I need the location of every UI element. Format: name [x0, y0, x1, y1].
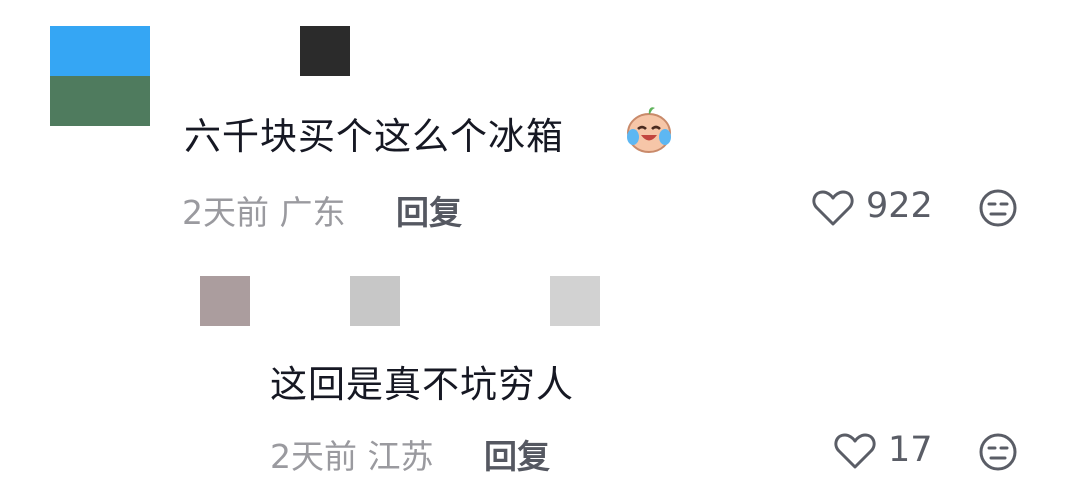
comment-location: 广东 [279, 193, 346, 232]
heart-outline-icon[interactable] [834, 432, 876, 470]
avatar-sky-block [50, 26, 150, 76]
like-count: 922 [866, 186, 933, 226]
comment-time: 2天前 [182, 193, 269, 232]
dislike-face-icon[interactable] [978, 188, 1018, 228]
heart-outline-icon[interactable] [812, 189, 854, 227]
comment-text: 六千块买个这么个冰箱 [184, 115, 564, 158]
reply-comment-text: 这回是真不坑穷人 [270, 363, 574, 406]
avatar-ground-block [50, 76, 150, 126]
dislike-face-icon[interactable] [978, 432, 1018, 472]
reply-username-redaction-block [350, 276, 400, 326]
like-count: 17 [888, 430, 933, 470]
commenter-avatar[interactable] [50, 26, 150, 126]
comment-time: 2天前 [270, 437, 357, 476]
reply-target-redaction-block [550, 276, 600, 326]
reply-button[interactable]: 回复 [396, 186, 462, 234]
comment-meta: 2天前 广东 [182, 186, 346, 234]
reply-button[interactable]: 回复 [484, 430, 550, 478]
reply-comment-meta: 2天前 江苏 [270, 430, 434, 478]
username-redaction-block [300, 26, 350, 76]
comment-location: 江苏 [367, 437, 434, 476]
laugh-crying-emoji-icon [627, 107, 671, 153]
reply-avatar-redaction-block [200, 276, 250, 326]
